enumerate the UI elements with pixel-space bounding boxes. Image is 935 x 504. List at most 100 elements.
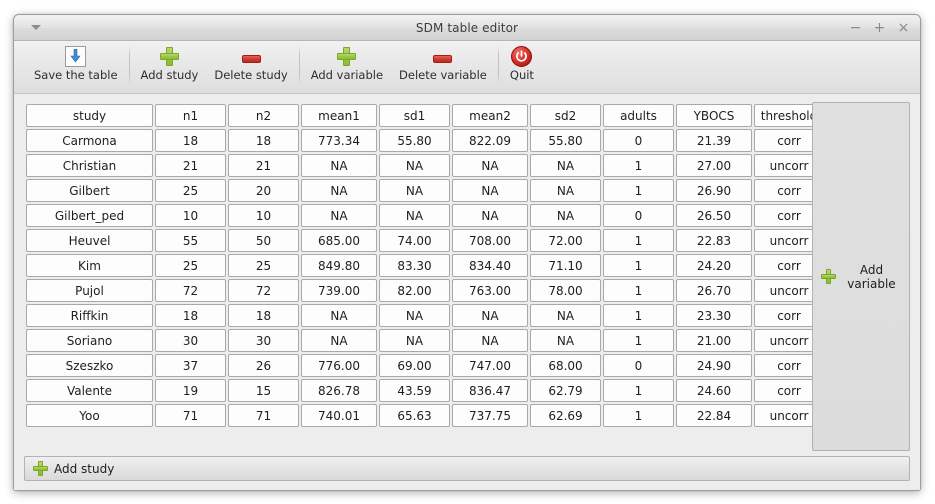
table-cell[interactable]: 37	[155, 354, 226, 377]
table-cell[interactable]: 23.30	[676, 304, 752, 327]
table-cell[interactable]: 74.00	[379, 229, 450, 252]
table-cell[interactable]: 21.39	[676, 129, 752, 152]
table-cell[interactable]: 0	[603, 354, 674, 377]
table-cell[interactable]: NA	[530, 204, 601, 227]
table-cell[interactable]: 1	[603, 279, 674, 302]
table-cell[interactable]: 83.30	[379, 254, 450, 277]
delete-study-button[interactable]: Delete study	[206, 41, 295, 92]
table-cell[interactable]: 849.80	[301, 254, 377, 277]
window-menu-chevron-down-icon[interactable]	[30, 15, 41, 41]
table-cell[interactable]: 708.00	[452, 229, 528, 252]
table-cell[interactable]: 822.09	[452, 129, 528, 152]
table-cell[interactable]: NA	[301, 179, 377, 202]
table-cell[interactable]: 1	[603, 329, 674, 352]
table-cell[interactable]: NA	[452, 154, 528, 177]
add-variable-button[interactable]: Add variable	[303, 41, 391, 92]
table-cell[interactable]: 26.90	[676, 179, 752, 202]
table-cell[interactable]: 24.60	[676, 379, 752, 402]
table-cell[interactable]: 1	[603, 179, 674, 202]
table-cell[interactable]: 26.70	[676, 279, 752, 302]
table-cell[interactable]: 10	[228, 204, 299, 227]
table-cell[interactable]: 26	[228, 354, 299, 377]
close-button[interactable]: ×	[896, 19, 911, 37]
column-header[interactable]: sd2	[530, 104, 601, 127]
table-cell[interactable]: 24.90	[676, 354, 752, 377]
table-cell[interactable]: Christian	[26, 154, 153, 177]
table-cell[interactable]: 834.40	[452, 254, 528, 277]
table-cell[interactable]: 0	[603, 129, 674, 152]
table-cell[interactable]: 776.00	[301, 354, 377, 377]
table-cell[interactable]: 55.80	[530, 129, 601, 152]
table-cell[interactable]: 737.75	[452, 404, 528, 427]
table-cell[interactable]: 27.00	[676, 154, 752, 177]
table-cell[interactable]: 65.63	[379, 404, 450, 427]
table-cell[interactable]: Pujol	[26, 279, 153, 302]
save-the-table-button[interactable]: Save the table	[26, 41, 126, 92]
table-cell[interactable]: NA	[530, 329, 601, 352]
column-header[interactable]: adults	[603, 104, 674, 127]
table-cell[interactable]: 19	[155, 379, 226, 402]
minimize-button[interactable]: −	[848, 19, 863, 37]
table-cell[interactable]: Gilbert	[26, 179, 153, 202]
table-cell[interactable]: 18	[155, 129, 226, 152]
table-cell[interactable]: 82.00	[379, 279, 450, 302]
table-cell[interactable]: 30	[228, 329, 299, 352]
table-cell[interactable]: 747.00	[452, 354, 528, 377]
table-cell[interactable]: Szeszko	[26, 354, 153, 377]
table-cell[interactable]: 1	[603, 304, 674, 327]
quit-button[interactable]: Quit	[502, 41, 542, 92]
table-cell[interactable]: NA	[379, 154, 450, 177]
table-cell[interactable]: 72	[228, 279, 299, 302]
table-cell[interactable]: NA	[452, 329, 528, 352]
column-header[interactable]: mean1	[301, 104, 377, 127]
table-cell[interactable]: 20	[228, 179, 299, 202]
table-cell[interactable]: 78.00	[530, 279, 601, 302]
table-cell[interactable]: 62.79	[530, 379, 601, 402]
add-study-button[interactable]: Add study	[133, 41, 207, 92]
table-cell[interactable]: Heuvel	[26, 229, 153, 252]
table-cell[interactable]: 71	[155, 404, 226, 427]
table-cell[interactable]: 1	[603, 254, 674, 277]
table-cell[interactable]: 25	[155, 179, 226, 202]
table-cell[interactable]: NA	[379, 179, 450, 202]
table-cell[interactable]: Kim	[26, 254, 153, 277]
table-cell[interactable]: NA	[301, 304, 377, 327]
table-cell[interactable]: 763.00	[452, 279, 528, 302]
table-cell[interactable]: 740.01	[301, 404, 377, 427]
table-cell[interactable]: NA	[379, 304, 450, 327]
table-cell[interactable]: NA	[530, 179, 601, 202]
table-cell[interactable]: Carmona	[26, 129, 153, 152]
table-cell[interactable]: 1	[603, 379, 674, 402]
table-cell[interactable]: 24.20	[676, 254, 752, 277]
column-header[interactable]: study	[26, 104, 153, 127]
table-cell[interactable]: 21	[228, 154, 299, 177]
table-cell[interactable]: 10	[155, 204, 226, 227]
table-cell[interactable]: 739.00	[301, 279, 377, 302]
table-cell[interactable]: 72.00	[530, 229, 601, 252]
table-cell[interactable]: NA	[379, 204, 450, 227]
table-cell[interactable]: 50	[228, 229, 299, 252]
add-study-bottom-button[interactable]: Add study	[24, 456, 910, 481]
table-cell[interactable]: NA	[379, 329, 450, 352]
table-cell[interactable]: 68.00	[530, 354, 601, 377]
table-cell[interactable]: 836.47	[452, 379, 528, 402]
table-cell[interactable]: 25	[155, 254, 226, 277]
column-header[interactable]: mean2	[452, 104, 528, 127]
table-cell[interactable]: NA	[452, 179, 528, 202]
table-cell[interactable]: 22.84	[676, 404, 752, 427]
table-cell[interactable]: 71	[228, 404, 299, 427]
column-header[interactable]: YBOCS	[676, 104, 752, 127]
table-cell[interactable]: 826.78	[301, 379, 377, 402]
table-cell[interactable]: 62.69	[530, 404, 601, 427]
table-cell[interactable]: 43.59	[379, 379, 450, 402]
table-cell[interactable]: 15	[228, 379, 299, 402]
title-bar[interactable]: SDM table editor − + ×	[14, 15, 920, 41]
table-cell[interactable]: 22.83	[676, 229, 752, 252]
table-cell[interactable]: NA	[301, 154, 377, 177]
table-cell[interactable]: Soriano	[26, 329, 153, 352]
table-cell[interactable]: 18	[228, 129, 299, 152]
table-cell[interactable]: 25	[228, 254, 299, 277]
table-cell[interactable]: 1	[603, 154, 674, 177]
table-cell[interactable]: 0	[603, 204, 674, 227]
table-cell[interactable]: 55.80	[379, 129, 450, 152]
